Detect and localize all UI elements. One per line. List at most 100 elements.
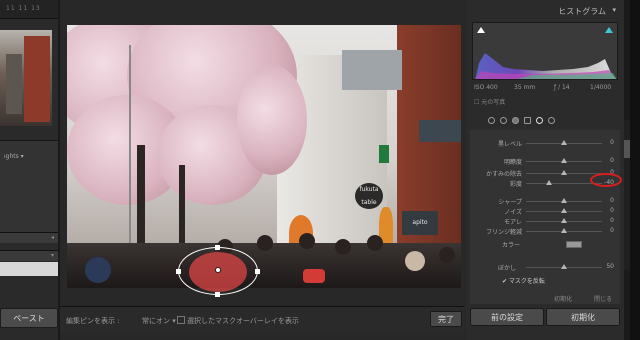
bottom-toolbar: 編集ピンを表示 : 常にオン ▾ 選択したマスクオーバーレイを表示 [60, 306, 464, 333]
adjustment-row: 黒レベル 0 [470, 138, 620, 148]
adjustment-label: モアレ [503, 219, 522, 226]
adjustment-slider-thumb[interactable] [561, 208, 567, 213]
mask-handle-right[interactable] [255, 269, 260, 274]
edit-pins-dropdown[interactable]: 常にオン ▾ [142, 316, 176, 326]
left-panel-label[interactable]: ıghts ▾ [4, 153, 24, 160]
navigator-thumbnail[interactable] [0, 30, 52, 126]
adjustment-label: 黒レベル [497, 141, 522, 148]
thumb-building-red [24, 36, 50, 122]
exif-shutter: 1/4000 [590, 84, 612, 91]
adjustment-slider-thumb[interactable] [561, 158, 567, 163]
photo-sign-cafe: fukuta table [355, 183, 383, 209]
highlight-clip-icon[interactable] [605, 27, 613, 33]
adjustment-slider-thumb[interactable] [561, 218, 567, 223]
feather-slider-thumb[interactable] [561, 264, 567, 269]
done-button[interactable]: 完了 [430, 311, 462, 327]
adjustment-slider-thumb[interactable] [561, 170, 567, 175]
show-overlay-label[interactable]: 選択したマスクオーバーレイを表示 [187, 316, 299, 326]
left-top-numbers: 11 11 13 [6, 5, 41, 12]
photo-red-bag [303, 269, 325, 283]
adjustment-slider-thumb[interactable] [561, 198, 567, 203]
edit-pins-label: 編集ピンを表示 : [66, 317, 120, 325]
exif-focal: 35 mm [514, 84, 536, 91]
adjustment-slider-thumb[interactable] [561, 140, 567, 145]
photo-pole [129, 45, 131, 255]
left-section-header[interactable]: ▾ [0, 250, 58, 261]
adjustment-track[interactable] [526, 183, 602, 184]
reset-button[interactable]: 初期化 [546, 308, 620, 326]
tool-strip [470, 114, 618, 128]
photo-person [85, 257, 111, 283]
color-label: カラー [502, 242, 521, 249]
close-link[interactable]: 閉じる [594, 294, 612, 303]
adjustment-label: シャープ [498, 199, 522, 206]
red-eye-icon[interactable] [512, 117, 519, 124]
photo-person [439, 247, 455, 263]
mask-pin[interactable] [215, 267, 221, 273]
adjustment-panel: 黒レベル 0 明瞭度 0 かすみの除去 0 彩度 -40 シャープ 0 ノイズ 0 モアレ 0 フリンジ軽減… [470, 130, 620, 304]
adjustment-value[interactable]: 0 [610, 217, 614, 224]
adjustment-slider-thumb[interactable] [561, 228, 567, 233]
histogram-header[interactable]: ヒストグラム ▾ [466, 4, 620, 18]
mask-handle-left[interactable] [176, 269, 181, 274]
photo-building-window [342, 50, 402, 90]
paste-button[interactable]: ペースト [0, 308, 58, 328]
left-topbar: 11 11 13 [0, 0, 58, 19]
photo[interactable]: fukuta table apito [67, 25, 461, 288]
photo-person [405, 251, 425, 271]
photo-person [335, 239, 351, 255]
color-row: カラー [470, 238, 620, 250]
mask-handle-top[interactable] [215, 245, 220, 250]
exif-info: ISO 400 35 mm ƒ / 14 1/4000 [474, 84, 620, 94]
right-edge [630, 0, 640, 340]
chevron-down-icon: ▾ [50, 252, 54, 259]
invert-mask-checkbox[interactable]: ✔ マスクを反転 [502, 276, 545, 285]
mask-handle-bottom[interactable] [215, 292, 220, 297]
adjustment-label: かすみの除去 [485, 171, 522, 178]
feather-row: ぼかし 50 [470, 262, 620, 274]
adjustment-value[interactable]: 0 [610, 197, 614, 204]
previous-settings-button[interactable]: 前の設定 [470, 308, 544, 326]
chevron-left-icon: ◂ [50, 234, 54, 241]
photo-person [367, 235, 383, 251]
adjustment-value[interactable]: 0 [610, 207, 614, 214]
left-section-header[interactable]: ◂ [0, 232, 58, 243]
shadow-clip-icon[interactable] [477, 27, 485, 33]
left-selected-row[interactable] [0, 262, 58, 276]
overlay-checkbox[interactable] [177, 316, 185, 324]
exif-aperture: ƒ / 14 [554, 84, 570, 91]
left-presets-panel: ıghts ▾ [0, 140, 58, 233]
photo-sign-shop: apito [402, 211, 438, 235]
adjustment-value[interactable]: 0 [610, 227, 614, 234]
crop-tool-icon[interactable] [488, 117, 495, 124]
adjustment-value[interactable]: 0 [610, 139, 614, 146]
histogram [472, 22, 618, 80]
adjustment-label: 彩度 [509, 181, 522, 188]
collapse-arrow-icon[interactable]: ▾ [612, 6, 616, 14]
feather-value[interactable]: 50 [606, 263, 614, 270]
photo-tree-trunk [137, 145, 145, 255]
adjustment-label: フリンジ軽減 [485, 229, 522, 236]
spot-removal-icon[interactable] [500, 117, 507, 124]
graduated-filter-icon[interactable] [524, 117, 531, 124]
reset-link[interactable]: 初期化 [554, 294, 572, 303]
histogram-title: ヒストグラム [558, 7, 606, 16]
photo-tree-trunk [179, 165, 185, 255]
radial-mask[interactable] [178, 247, 258, 295]
color-swatch[interactable] [566, 241, 582, 248]
feather-label: ぼかし [497, 265, 516, 272]
photo-person [299, 233, 315, 249]
adjustment-row: シャープ 0 [470, 196, 620, 206]
photo-blossom [237, 65, 307, 175]
adjustment-value[interactable]: 0 [610, 157, 614, 164]
adjustment-row: ノイズ 0 [470, 206, 620, 216]
thumb-building-grey [6, 54, 22, 114]
adjustment-slider-thumb[interactable] [545, 180, 552, 185]
photo-sign-top [419, 120, 461, 142]
brush-tool-icon[interactable] [548, 117, 555, 124]
exif-iso: ISO 400 [474, 84, 498, 91]
radial-filter-icon[interactable] [536, 117, 543, 124]
highlight-circle [590, 173, 622, 187]
adjustment-label: 明瞭度 [503, 159, 522, 166]
photo-green-sign [379, 145, 389, 163]
